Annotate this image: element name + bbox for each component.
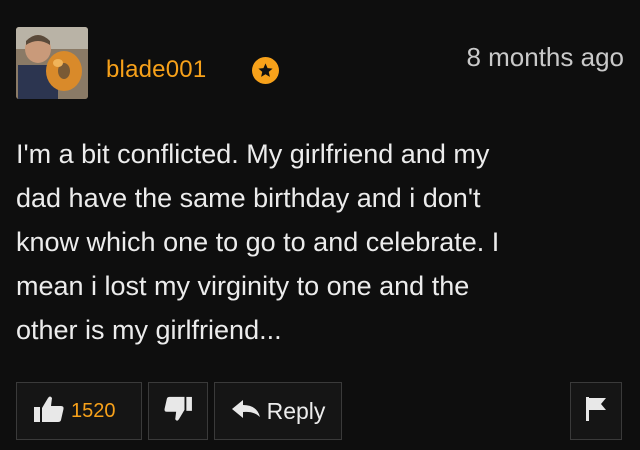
avatar-image [16,27,88,99]
like-count: 1520 [71,399,116,422]
thumbs-up-icon [33,395,65,428]
comment-line: know which one to go to and celebrate. I [16,227,500,257]
star-icon [252,57,279,84]
like-button[interactable]: 1520 [16,382,142,440]
dislike-button[interactable] [148,382,208,440]
avatar[interactable] [16,27,88,99]
reply-arrow-icon [231,399,261,424]
timestamp: 8 months ago [466,42,624,72]
reply-button[interactable]: Reply [214,382,342,440]
comment-line: other is my girlfriend... [16,315,282,345]
comment-line: mean i lost my virginity to one and the [16,271,470,301]
reply-label: Reply [266,397,326,424]
comment-line: I'm a bit conflicted. My girlfriend and … [16,139,490,169]
username-link[interactable]: blade001 [106,56,206,84]
thumbs-down-icon [163,396,193,427]
flag-icon [584,396,608,427]
comment-card: blade001 8 months ago I'm a bit conflict… [0,0,640,450]
comment-line: dad have the same birthday and i don't [16,183,481,213]
flag-button[interactable] [570,382,622,440]
comment-body: I'm a bit conflicted. My girlfriend and … [16,132,616,352]
